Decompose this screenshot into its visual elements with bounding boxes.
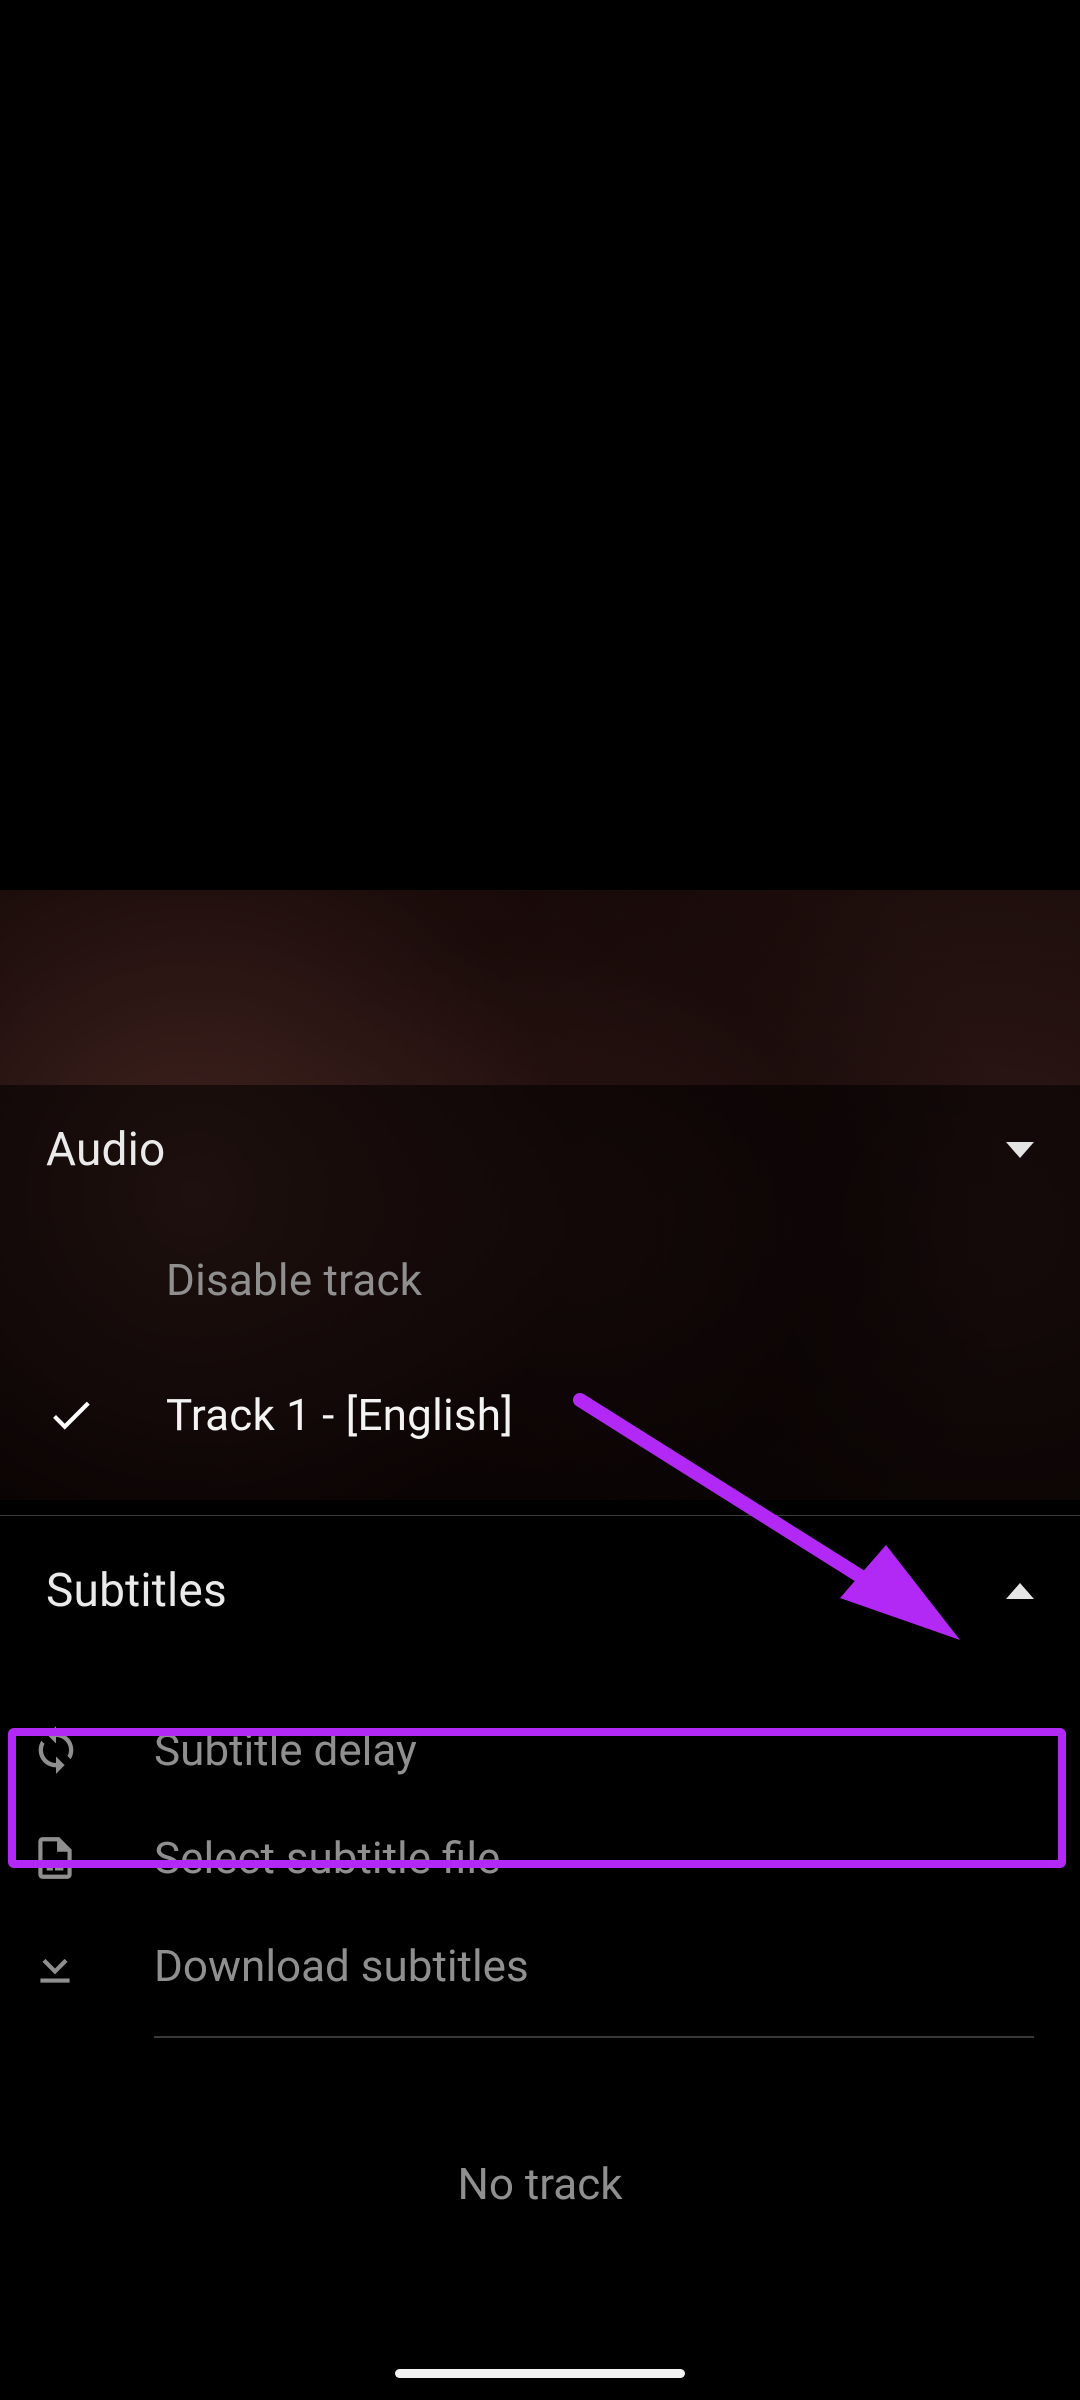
android-nav-pill[interactable]: [395, 2369, 685, 2378]
audio-disable-track[interactable]: Disable track: [0, 1215, 1080, 1345]
subtitle-delay-item[interactable]: Subtitle delay: [0, 1696, 1080, 1804]
download-subtitles-item[interactable]: Download subtitles: [0, 1912, 1080, 2020]
check-icon: [46, 1390, 166, 1440]
subtitles-section-header[interactable]: Subtitles: [0, 1516, 1080, 1666]
chevron-down-icon: [1006, 1142, 1034, 1158]
subtitles-section-title: Subtitles: [46, 1564, 227, 1618]
download-icon: [30, 1941, 154, 1991]
download-subtitles-label: Download subtitles: [154, 1940, 529, 1992]
select-subtitle-file-item[interactable]: Select subtitle file: [0, 1804, 1080, 1912]
screen: Audio Disable track Track 1 - [English] …: [0, 0, 1080, 2400]
audio-track-1-label: Track 1 - [English]: [166, 1389, 513, 1441]
file-subtitle-icon: [30, 1833, 154, 1883]
select-subtitle-file-label: Select subtitle file: [154, 1832, 500, 1884]
audio-track-1[interactable]: Track 1 - [English]: [0, 1345, 1080, 1485]
audio-section-title: Audio: [46, 1123, 165, 1177]
sync-icon: [30, 1724, 154, 1776]
audio-disable-label: Disable track: [166, 1254, 422, 1306]
subtitle-delay-label: Subtitle delay: [154, 1724, 417, 1776]
chevron-up-icon: [1006, 1583, 1034, 1599]
tracks-panel: Audio Disable track Track 1 - [English] …: [0, 1085, 1080, 2400]
subtitle-list-divider: [154, 2036, 1034, 2038]
no-track-label: No track: [0, 2158, 1080, 2210]
audio-section-header[interactable]: Audio: [0, 1085, 1080, 1215]
